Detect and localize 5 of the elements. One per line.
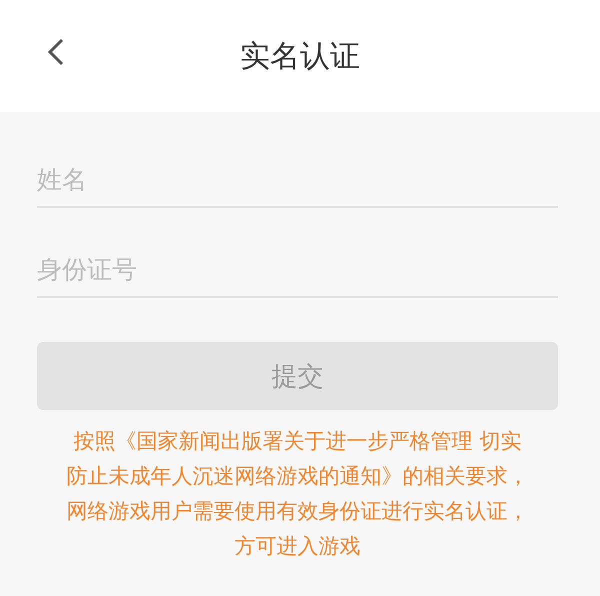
notice-text: 按照《国家新闻出版署关于进一步严格管理 切实防止未成年人沉迷网络游戏的通知》的相关要求，网络游戏用户需要使用有效身份证进行实名认证，方可进入游戏	[65, 428, 530, 560]
back-icon[interactable]	[45, 37, 65, 67]
input-field[interactable]: 姓名	[37, 152, 558, 208]
input-field[interactable]: 身份证号	[37, 242, 558, 298]
page-title: 实名认证	[240, 38, 360, 76]
